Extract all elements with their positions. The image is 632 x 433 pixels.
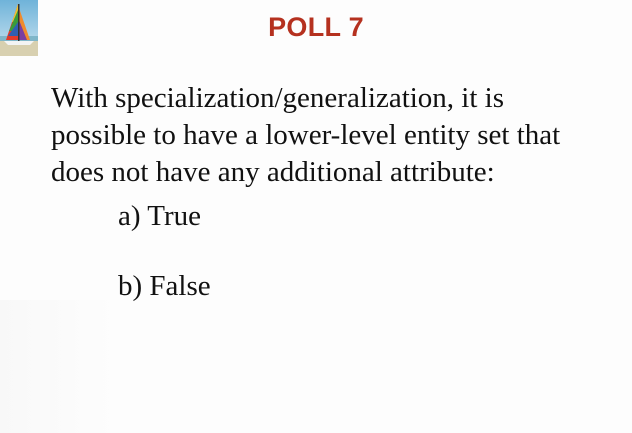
option-false: b) False <box>118 270 211 302</box>
slide-title: POLL 7 <box>268 12 364 42</box>
option-true: a) True <box>118 200 201 232</box>
question-line: does not have any additional attribute: <box>51 156 495 188</box>
slide: POLL 7 With specialization/generalizatio… <box>0 0 632 433</box>
question-line: With specialization/generalization, it i… <box>51 82 505 114</box>
question-text: With specialization/generalization, it i… <box>51 80 621 191</box>
question-line: possible to have a lower-level entity se… <box>51 119 561 151</box>
background-shade <box>0 300 115 433</box>
